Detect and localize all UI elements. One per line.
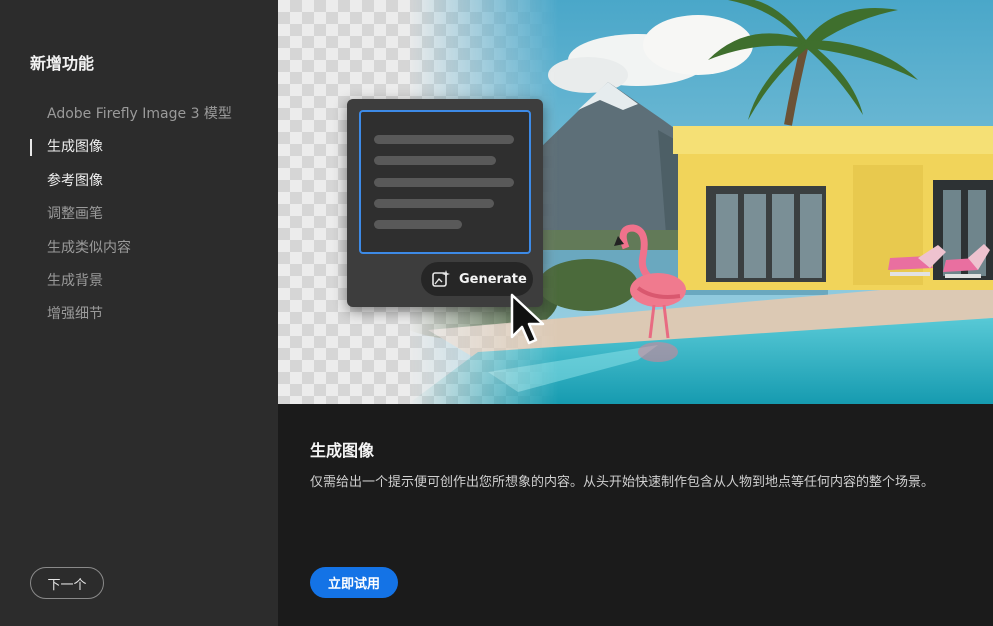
generate-button-label: Generate bbox=[459, 271, 527, 287]
prompt-placeholder-line bbox=[374, 156, 496, 165]
nav-item-generate-image[interactable]: 生成图像 bbox=[30, 133, 270, 166]
prompt-placeholder-line bbox=[374, 135, 514, 144]
prompt-card: Generate bbox=[347, 99, 543, 307]
feature-title: 生成图像 bbox=[310, 441, 375, 460]
nav-item-generate-background[interactable]: 生成背景 bbox=[30, 267, 270, 300]
generate-button[interactable]: Generate bbox=[421, 262, 533, 296]
nav-item-firefly-image-3[interactable]: Adobe Firefly Image 3 模型 bbox=[30, 100, 270, 133]
prompt-input[interactable] bbox=[359, 110, 531, 254]
next-button[interactable]: 下一个 bbox=[30, 567, 104, 599]
prompt-placeholder-line bbox=[374, 220, 462, 229]
sidebar-title: 新增功能 bbox=[30, 54, 95, 73]
feature-nav: Adobe Firefly Image 3 模型 生成图像 参考图像 调整画笔 … bbox=[30, 100, 270, 334]
nav-item-generate-similar[interactable]: 生成类似内容 bbox=[30, 234, 270, 267]
try-now-button[interactable]: 立即试用 bbox=[310, 567, 398, 598]
feature-description: 仅需给出一个提示便可创作出您所想象的内容。从头开始快速制作包含从人物到地点等任何… bbox=[310, 475, 935, 490]
nav-item-adjustment-brush[interactable]: 调整画笔 bbox=[30, 200, 270, 233]
sidebar: 新增功能 Adobe Firefly Image 3 模型 生成图像 参考图像 … bbox=[0, 0, 278, 626]
prompt-placeholder-line bbox=[374, 199, 494, 208]
mouse-pointer-icon bbox=[510, 293, 545, 345]
generate-sparkle-icon bbox=[431, 269, 451, 289]
nav-item-reference-image[interactable]: 参考图像 bbox=[30, 167, 270, 200]
feature-detail: 生成图像 仅需给出一个提示便可创作出您所想象的内容。从头开始快速制作包含从人物到… bbox=[278, 404, 993, 626]
prompt-placeholder-line bbox=[374, 178, 514, 187]
hero-illustration: Generate bbox=[278, 0, 993, 404]
nav-item-enhance-detail[interactable]: 增强细节 bbox=[30, 300, 270, 333]
